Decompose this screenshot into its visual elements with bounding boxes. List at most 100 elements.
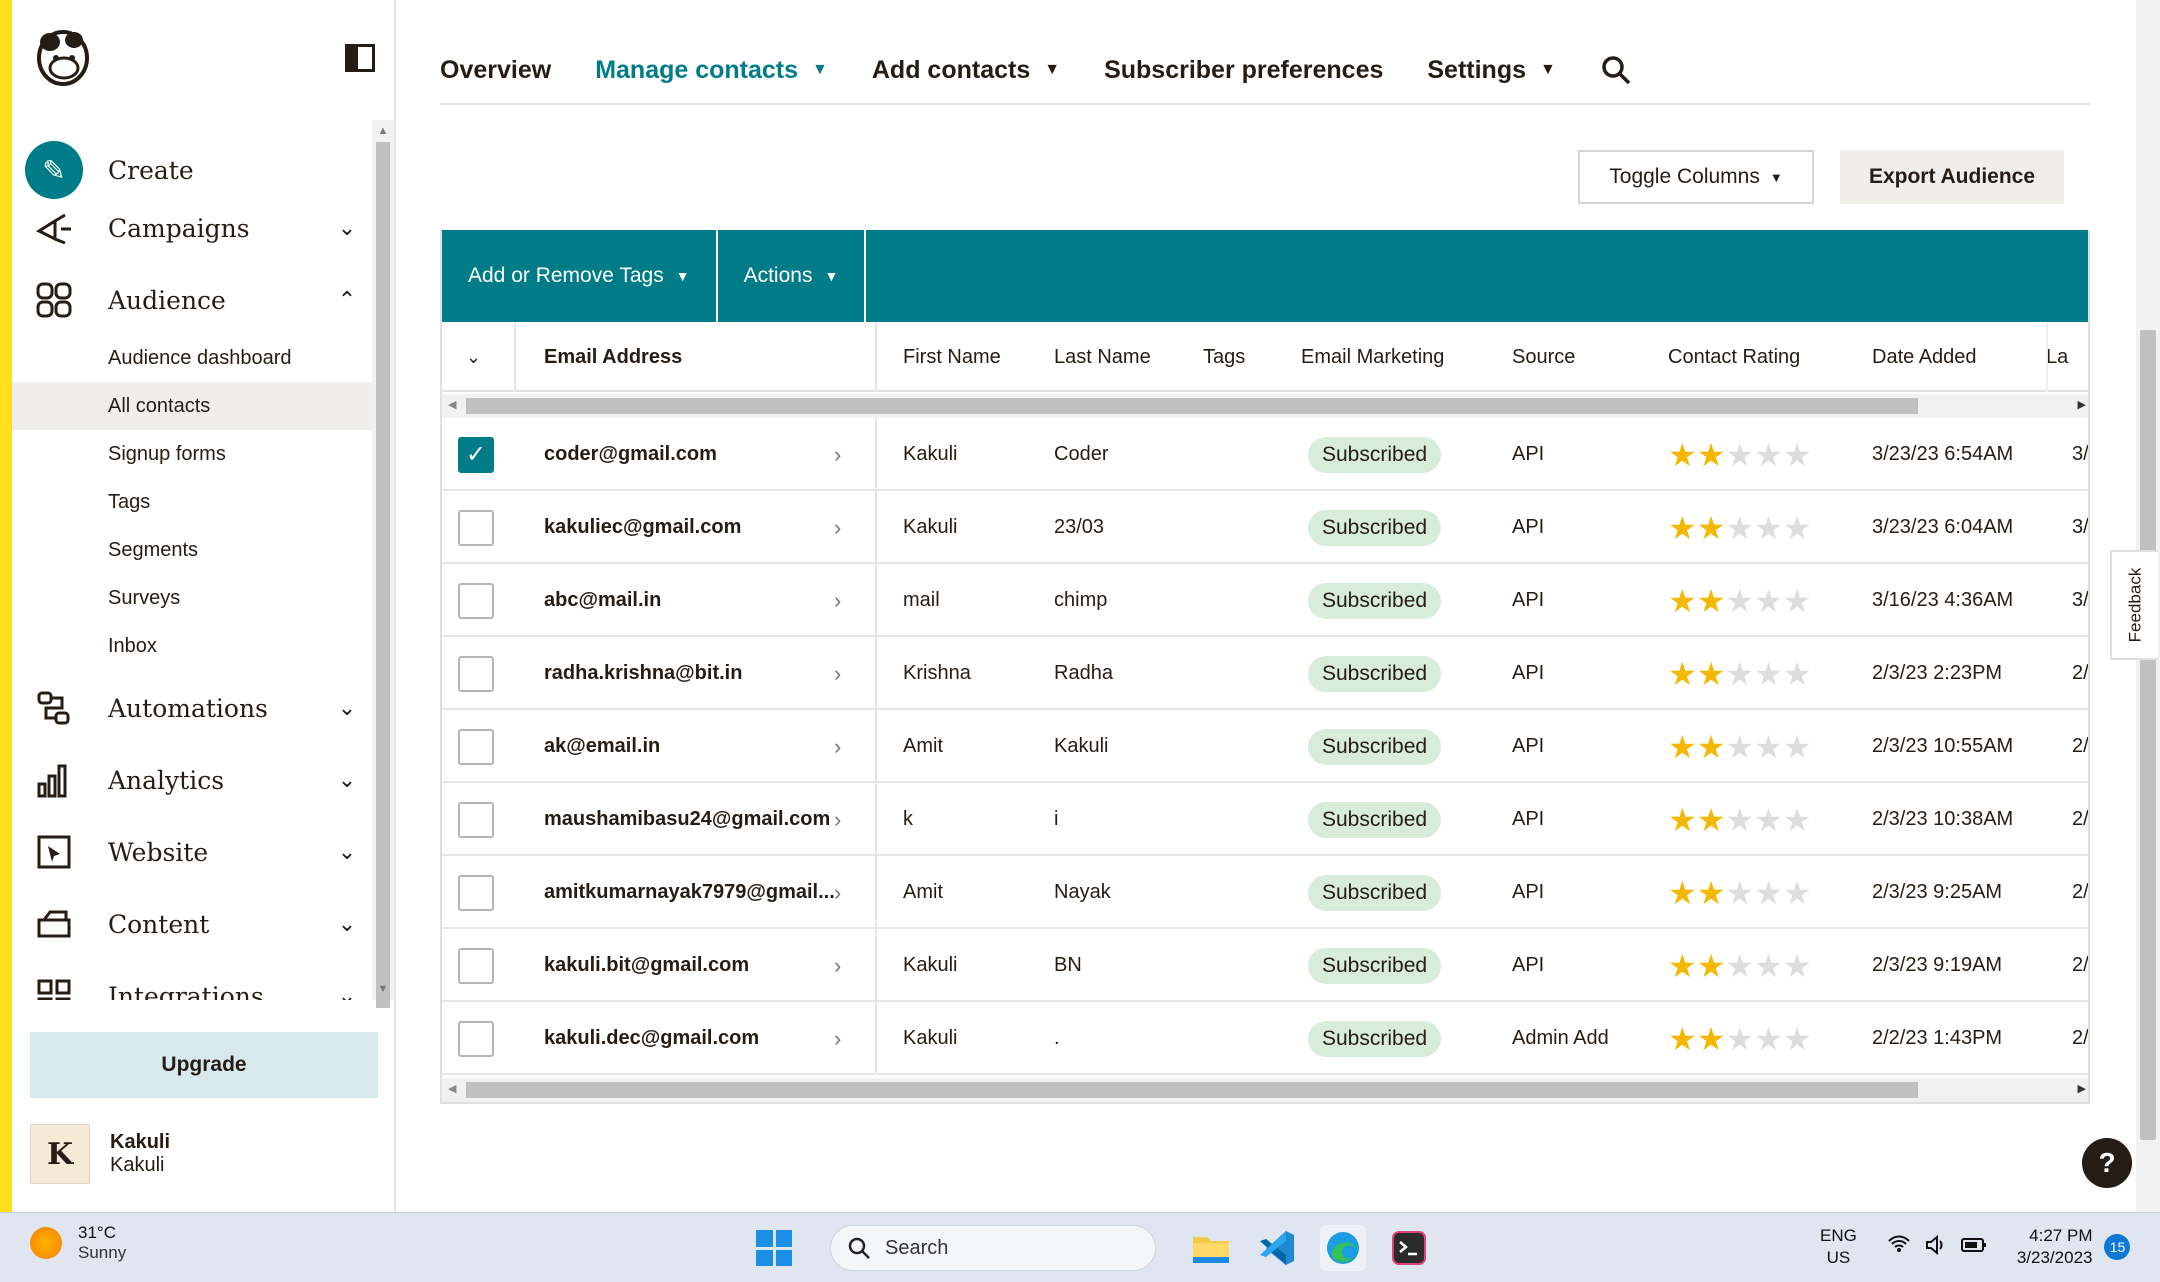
chevron-right-icon[interactable]: › [834,710,841,783]
table-scrollbar-bottom[interactable]: ◀ ▶ [442,1078,2088,1102]
table-row[interactable]: amitkumarnayak7979@gmail... › Amit Nayak Sub… [442,856,2088,929]
tab-settings[interactable]: Settings ▼ [1427,56,1555,85]
row-checkbox[interactable] [458,874,494,911]
table-row[interactable]: radha.krishna@bit.in › Krishna Radha Subscri… [442,637,2088,710]
table-row[interactable]: kakuli.dec@gmail.com › Kakuli. Subscribed Ad… [442,1002,2088,1075]
row-checkbox[interactable] [458,801,494,838]
weather-widget[interactable]: 31°C Sunny [30,1223,126,1263]
row-checkbox[interactable] [458,582,494,619]
edge-browser-icon[interactable] [1320,1225,1366,1271]
scroll-down-icon[interactable]: ▼ [376,982,390,996]
tab-overview[interactable]: Overview [440,56,551,85]
chevron-right-icon[interactable]: › [834,491,841,564]
chevron-down-icon[interactable]: ⌄ [332,839,362,865]
chevron-right-icon[interactable]: › [834,637,841,710]
upgrade-button[interactable]: Upgrade [30,1032,378,1098]
col-first-name[interactable]: First Name [903,322,1001,392]
windows-start-icon[interactable] [756,1230,792,1266]
help-button[interactable]: ? [2082,1138,2132,1188]
sidebar-sub-segments[interactable]: Segments [12,526,372,574]
scroll-right-icon[interactable]: ▶ [2078,398,2086,411]
collapse-sidebar-icon[interactable] [345,44,375,72]
sidebar-item-campaigns[interactable]: Campaigns ⌄ [32,196,362,260]
email-link[interactable]: kakuliec@gmail.com [544,491,741,564]
vscode-icon[interactable] [1254,1225,1300,1271]
feedback-tab[interactable]: Feedback [2110,550,2158,660]
chevron-down-icon[interactable]: ⌄ [332,911,362,937]
col-last-changed[interactable]: La [2046,322,2068,392]
sidebar-sub-surveys[interactable]: Surveys [12,574,372,622]
chevron-right-icon[interactable]: › [834,564,841,637]
volume-icon[interactable] [1925,1234,1947,1260]
sidebar-sub-tags[interactable]: Tags [12,478,372,526]
export-audience-button[interactable]: Export Audience [1840,150,2064,204]
wifi-icon[interactable] [1887,1234,1911,1260]
chevron-down-icon[interactable]: ⌄ [332,695,362,721]
sidebar-sub-all-contacts[interactable]: All contacts [12,382,372,430]
row-checkbox[interactable] [458,728,494,765]
scrollbar-thumb[interactable] [376,142,390,1008]
chevron-down-icon[interactable]: ⌄ [332,983,362,1000]
taskbar-search[interactable]: Search [830,1225,1156,1271]
email-link[interactable]: amitkumarnayak7979@gmail... [544,856,835,929]
search-icon[interactable] [1600,54,1632,86]
scroll-left-icon[interactable]: ◀ [448,1082,456,1095]
chevron-right-icon[interactable]: › [834,783,841,856]
chevron-right-icon[interactable]: › [834,418,841,491]
table-row[interactable]: ak@email.in › Amit Kakuli Subscribed API ★ ★ ★ ★ ★… [442,710,2088,783]
email-link[interactable]: kakuli.bit@gmail.com [544,929,749,1002]
sidebar-item-website[interactable]: Website ⌄ [32,820,362,884]
battery-icon[interactable] [1960,1237,1987,1258]
table-row[interactable]: abc@mail.in › mail chimp Subscribed API ★ ★ ★ ★ ★ 3… [442,564,2088,637]
scroll-up-icon[interactable]: ▲ [376,124,390,138]
table-scrollbar-top[interactable]: ◀ ▶ [442,394,2088,418]
sidebar-scrollbar[interactable]: ▲ ▼ [372,120,394,1008]
add-remove-tags-button[interactable]: Add or Remove Tags ▼ [442,230,718,322]
row-checkbox[interactable] [458,655,494,692]
sidebar-sub-signup-forms[interactable]: Signup forms [12,430,372,478]
table-row[interactable]: kakuliec@gmail.com › Kakuli 23/03 Subscribed… [442,491,2088,564]
mailchimp-logo-icon[interactable] [30,24,96,90]
scrollbar-thumb[interactable] [466,1082,1918,1098]
email-link[interactable]: radha.krishna@bit.in [544,637,742,710]
email-link[interactable]: ak@email.in [544,710,660,783]
chevron-down-icon[interactable]: ⌄ [332,767,362,793]
email-link[interactable]: maushamibasu24@gmail.com [544,783,830,856]
row-checkbox[interactable] [458,1020,494,1057]
sidebar-item-create[interactable]: ✎ Create [25,138,362,202]
chevron-right-icon[interactable]: › [834,856,841,929]
row-checkbox[interactable] [458,947,494,984]
table-row[interactable]: maushamibasu24@gmail.com › k i Subscribed API… [442,783,2088,856]
scroll-left-icon[interactable]: ◀ [448,398,456,411]
sidebar-sub-inbox[interactable]: Inbox [12,622,372,670]
language-indicator[interactable]: ENG US [1820,1225,1857,1269]
col-date-added[interactable]: Date Added [1872,322,1977,392]
col-email-marketing[interactable]: Email Marketing [1301,322,1444,392]
chevron-up-icon[interactable]: ⌃ [332,287,362,313]
col-tags[interactable]: Tags [1203,322,1245,392]
sidebar-item-analytics[interactable]: Analytics ⌄ [32,748,362,812]
sidebar-item-integrations[interactable]: Integrations ⌄ [32,964,362,1000]
file-explorer-icon[interactable] [1188,1225,1234,1271]
row-checkbox[interactable]: ✓ [458,436,494,473]
table-row[interactable]: ✓ coder@gmail.com › Kakuli Coder Subscribed AP… [442,418,2088,491]
scroll-right-icon[interactable]: ▶ [2078,1082,2086,1095]
notification-badge[interactable]: 15 [2104,1234,2131,1260]
select-all-chevron-icon[interactable]: ⌄ [466,322,481,392]
terminal-icon[interactable] [1386,1225,1432,1271]
chevron-right-icon[interactable]: › [834,1002,841,1075]
col-last-name[interactable]: Last Name [1054,322,1151,392]
chevron-right-icon[interactable]: › [834,929,841,1002]
tab-add-contacts[interactable]: Add contacts ▼ [872,56,1060,85]
tab-subscriber-preferences[interactable]: Subscriber preferences [1104,56,1383,85]
row-checkbox[interactable] [458,509,494,546]
scrollbar-thumb[interactable] [2140,330,2156,1140]
sidebar-sub-audience-dashboard[interactable]: Audience dashboard [12,334,372,382]
scrollbar-thumb[interactable] [466,398,1918,414]
tab-manage-contacts[interactable]: Manage contacts ▼ [595,56,828,85]
email-link[interactable]: kakuli.dec@gmail.com [544,1002,759,1075]
col-source[interactable]: Source [1512,322,1575,392]
sidebar-item-automations[interactable]: Automations ⌄ [32,676,362,740]
user-menu[interactable]: K Kakuli Kakuli [30,1122,378,1186]
chevron-down-icon[interactable]: ⌄ [332,215,362,241]
